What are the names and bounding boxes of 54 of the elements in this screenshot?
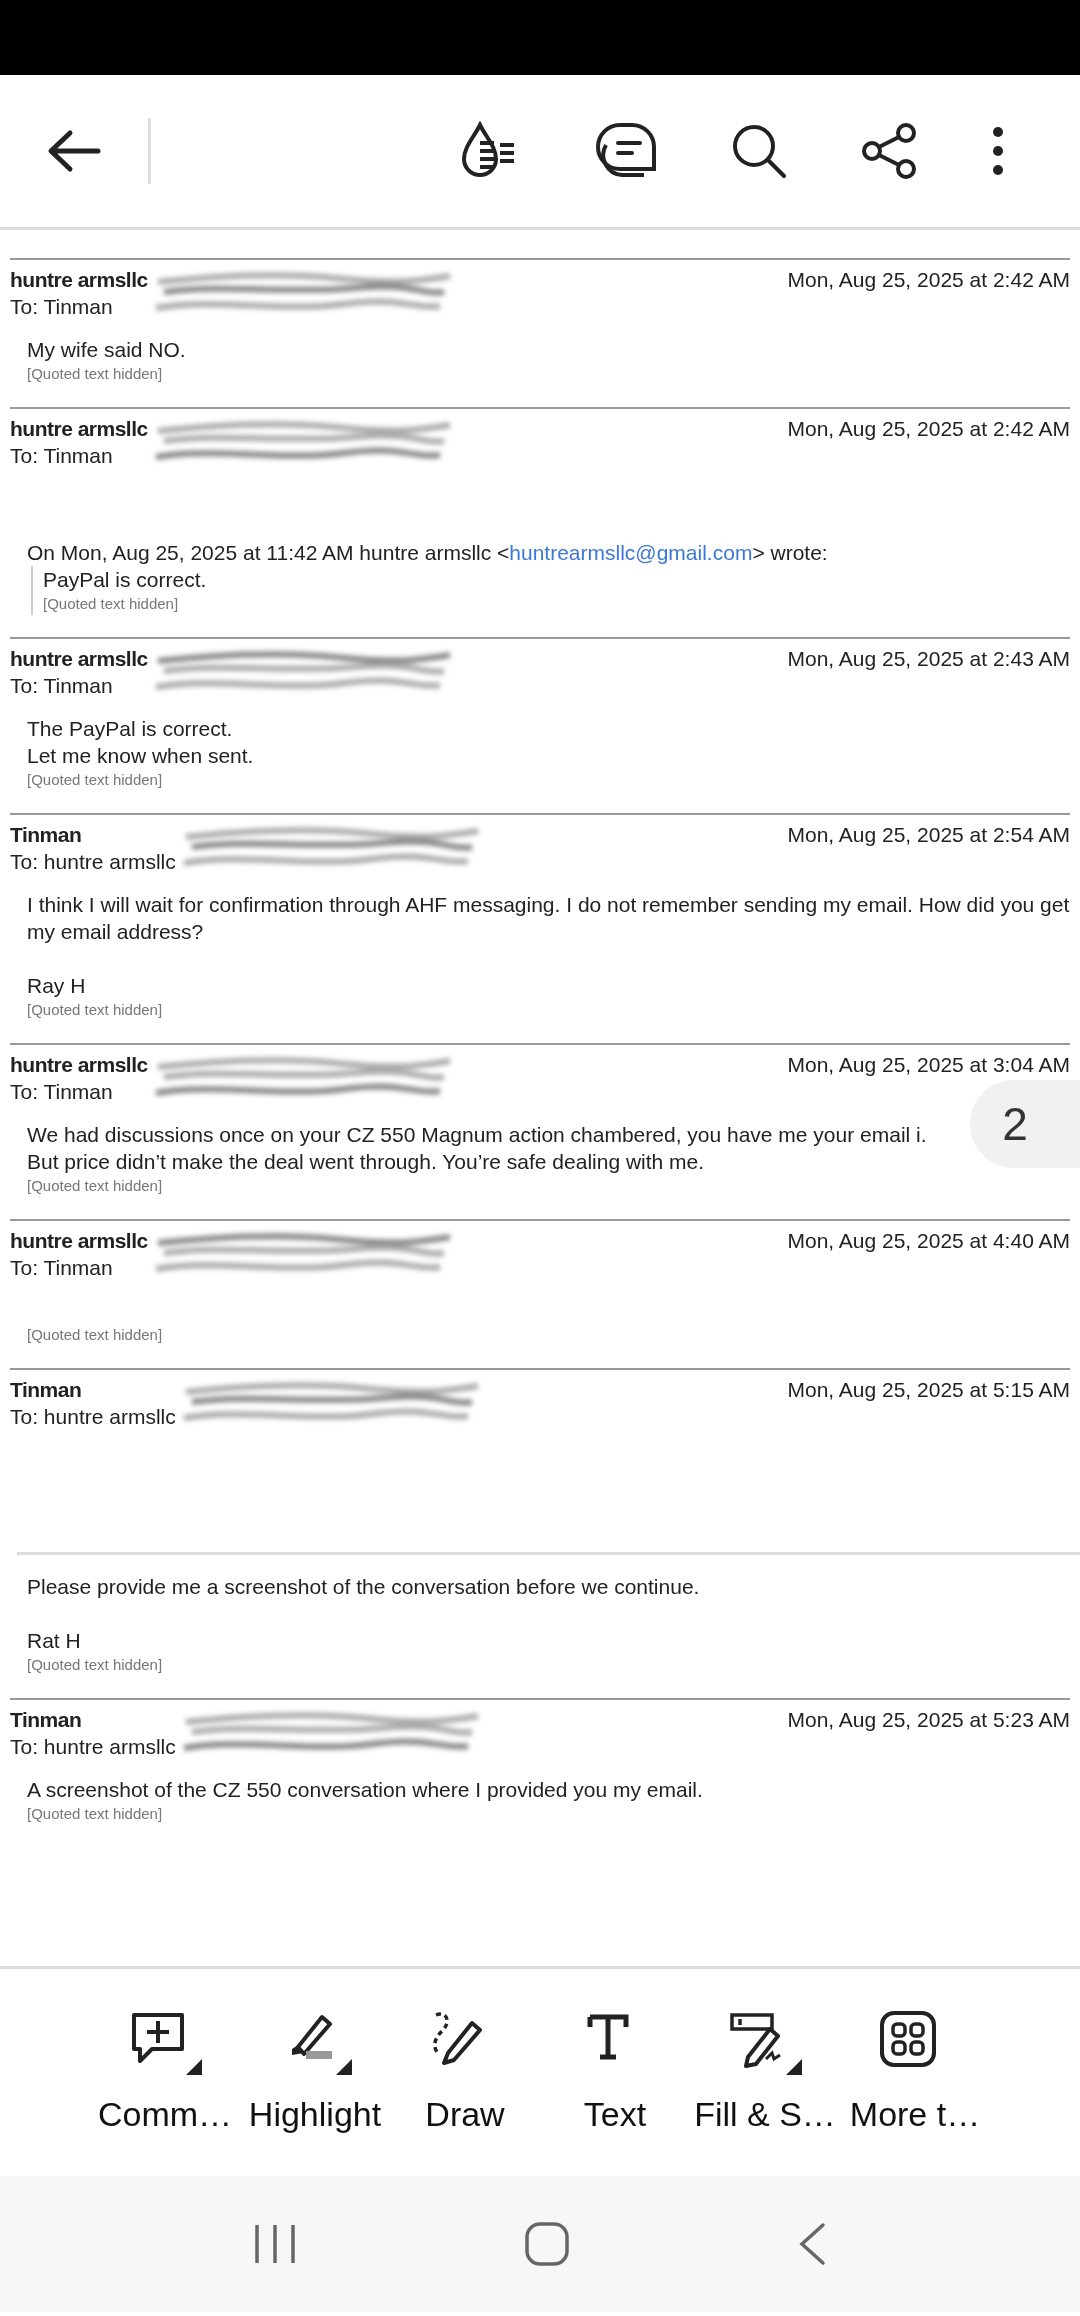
recipient-line: To: huntre armsllc <box>10 849 176 875</box>
body-text: Let me know when sent. <box>27 743 254 769</box>
tool-button[interactable]: More t… <box>840 2009 990 2176</box>
tool-button[interactable]: Text <box>540 2009 690 2176</box>
email-date: Mon, Aug 25, 2025 at 2:42 AM <box>787 416 1070 442</box>
email-date: Mon, Aug 25, 2025 at 2:54 AM <box>787 822 1070 848</box>
recipient-line: To: huntre armsllc <box>10 1404 176 1430</box>
body-text: But price didn’t make the deal went through. You’re safe dealing with me. <box>27 1149 705 1175</box>
quoted-text-hidden: [Quoted text hidden] <box>27 1000 164 1020</box>
quoted-text-hidden: [Quoted text hidden] <box>27 1176 164 1196</box>
grid-icon <box>878 2009 938 2069</box>
more-options-icon <box>992 126 1004 176</box>
sender-name: Tinman <box>10 1707 83 1733</box>
tool-button[interactable]: Draw <box>390 2009 540 2176</box>
sender-name: Tinman <box>10 822 83 848</box>
quoted-text-hidden: [Quoted text hidden] <box>43 594 180 614</box>
sender-name: huntre armsllc <box>10 646 148 672</box>
email-date: Mon, Aug 25, 2025 at 2:43 AM <box>787 646 1070 672</box>
recipient-line: To: Tinman <box>10 443 114 469</box>
quoted-text-hidden: [Quoted text hidden] <box>27 1804 164 1824</box>
quoted-text-hidden: [Quoted text hidden] <box>27 1325 164 1345</box>
recipient-line: To: Tinman <box>10 1079 114 1105</box>
body-text: The PayPal is correct. <box>27 716 233 742</box>
quoted-text-hidden: [Quoted text hidden] <box>27 364 164 384</box>
recipient-line: To: Tinman <box>10 1255 114 1281</box>
body-text: A screenshot of the CZ 550 conversation where I provided you my email. <box>27 1777 703 1803</box>
page-number-indicator: 2 <box>970 1080 1080 1168</box>
sender-name: huntre armsllc <box>10 416 148 442</box>
recipient-line: To: Tinman <box>10 294 114 320</box>
quoted-text-hidden: [Quoted text hidden] <box>27 770 164 790</box>
sender-name: huntre armsllc <box>10 1228 148 1254</box>
tool-button[interactable]: Highlight <box>240 2009 390 2176</box>
body-text: Rat H <box>27 1628 81 1654</box>
email-date: Mon, Aug 25, 2025 at 4:40 AM <box>787 1228 1070 1254</box>
email-date: Mon, Aug 25, 2025 at 3:04 AM <box>787 1052 1070 1078</box>
reply-intro: On Mon, Aug 25, 2025 at 11:42 AM huntre armsllc <huntrearmsllc@gmail.com> wrote: <box>27 540 828 566</box>
body-text: Please provide me a screenshot of the conversation before we continue. <box>27 1574 700 1600</box>
body-text: Ray H <box>27 973 86 999</box>
email-date: Mon, Aug 25, 2025 at 5:23 AM <box>787 1707 1070 1733</box>
sender-name: huntre armsllc <box>10 1052 148 1078</box>
sender-name: Tinman <box>10 1377 83 1403</box>
body-text: We had discussions once on your CZ 550 Magnum action chambered, you have me your email i. <box>27 1122 927 1148</box>
recipient-line: To: Tinman <box>10 673 114 699</box>
sender-name: huntre armsllc <box>10 267 148 293</box>
quoted-text: PayPal is correct. <box>43 567 207 593</box>
recipient-line: To: huntre armsllc <box>10 1734 176 1760</box>
email-link[interactable]: huntrearmsllc@gmail.com <box>509 541 753 564</box>
body-text: My wife said NO. <box>27 337 186 363</box>
tool-button[interactable]: Comm… <box>90 2009 240 2176</box>
body-text: I think I will wait for confirmation through AHF messaging. I do not remember sending my email. How did you get my email address? <box>27 892 1070 945</box>
tool-button[interactable]: Fill & S… <box>690 2009 840 2176</box>
email-date: Mon, Aug 25, 2025 at 5:15 AM <box>787 1377 1070 1403</box>
email-date: Mon, Aug 25, 2025 at 2:42 AM <box>787 267 1070 293</box>
quoted-text-hidden: [Quoted text hidden] <box>27 1655 164 1675</box>
